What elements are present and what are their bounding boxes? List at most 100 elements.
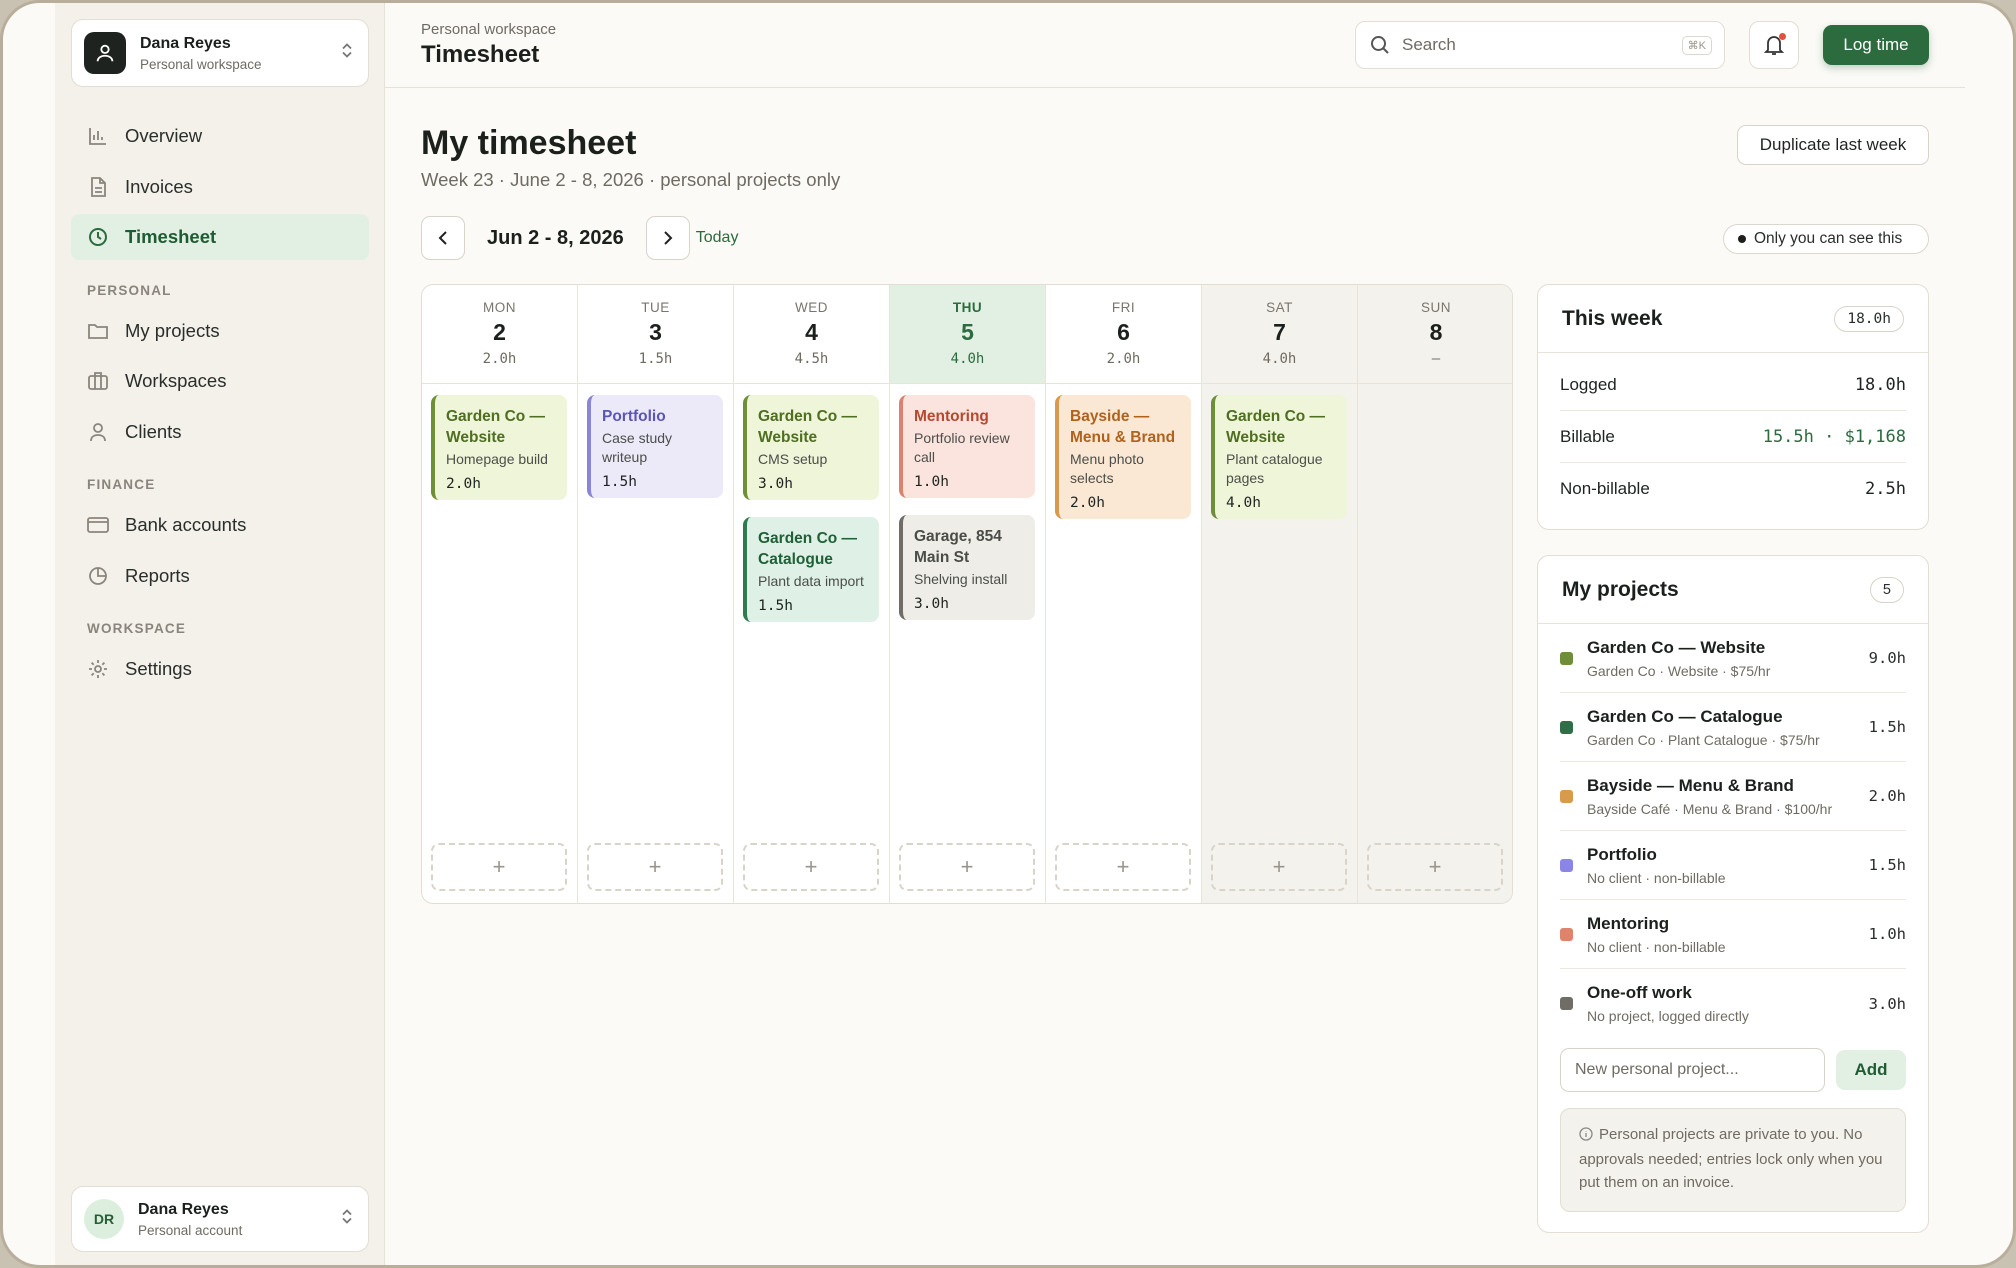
add-entry-button[interactable]: + [1367,843,1503,891]
add-entry-button[interactable]: + [899,843,1035,891]
sidebar-item-label: Settings [125,658,192,679]
sidebar-item-overview[interactable]: Overview [71,113,369,159]
panel-title: This week [1562,306,1663,330]
project-row[interactable]: Bayside — Menu & Brand Bayside Café · Me… [1560,762,1906,831]
time-entry[interactable]: Garden Co — Website Homepage build 2.0h [431,395,567,500]
day-column-thu: THU 5 4.0h Mentoring Portfolio review ca… [890,285,1046,903]
time-entry[interactable]: Portfolio Case study writeup 1.5h [587,395,723,498]
day-of-week: TUE [641,300,670,315]
entry-description: Menu photo selects [1070,451,1144,486]
today-link[interactable]: Today [696,229,739,247]
gear-icon [87,658,109,680]
entry-project: Portfolio [602,408,666,425]
day-number: 8 [1429,319,1443,345]
user-sub: Personal account [138,1222,243,1238]
chevron-right-icon [663,230,673,246]
breadcrumb[interactable]: Personal workspace [421,21,556,38]
panel-header: My projects 5 [1538,556,1928,624]
sidebar-item-my-projects[interactable]: My projects [71,308,369,354]
add-entry-button[interactable]: + [431,843,567,891]
folder-icon [87,320,109,342]
project-hours: 1.5h [1868,856,1906,874]
project-row[interactable]: Garden Co — Website Garden Co · Website … [1560,624,1906,693]
entry-project: Garden Co — Catalogue [758,530,858,568]
day-header: SUN 8 – [1358,285,1512,384]
project-color-swatch [1560,927,1573,941]
entry-project: Garden Co — Website [758,408,858,446]
day-hours: – [1431,351,1441,367]
day-hours: 4.0h [1262,351,1297,367]
time-entry[interactable]: Garage, 854 Main St Shelving install 3.0… [899,515,1035,620]
day-hours: 2.0h [1106,351,1141,367]
sidebar-item-settings[interactable]: Settings [71,646,369,692]
add-project-button[interactable]: Add [1836,1050,1906,1090]
add-entry-button[interactable]: + [743,843,879,891]
chevron-up-down-icon [340,1208,354,1231]
main-content: My timesheet Week 23 · June 2 - 8, 2026 … [385,88,1965,1265]
notifications-button[interactable] [1749,21,1799,69]
project-color-swatch [1560,651,1573,665]
nav-section-finance: FINANCE [87,477,156,492]
add-entry-button[interactable]: + [1211,843,1347,891]
search-shortcut: ⌘K [1681,36,1712,55]
project-row[interactable]: Mentoring No client · non-billable 1.0h [1560,900,1906,969]
day-header: TUE 3 1.5h [578,285,733,384]
account-switcher[interactable]: Dana Reyes Personal workspace [71,19,369,87]
app-window: Dana Reyes Personal workspace Overview I… [0,0,2016,1268]
sidebar: Dana Reyes Personal workspace Overview I… [55,3,385,1265]
project-color-swatch [1560,789,1573,803]
new-project-input[interactable] [1560,1048,1825,1092]
time-entry[interactable]: Mentoring Portfolio review call 1.0h [899,395,1035,498]
sidebar-item-reports[interactable]: Reports [71,553,369,599]
entry-description: CMS setup [758,451,828,467]
add-entry-button[interactable]: + [1055,843,1191,891]
sidebar-nav: Overview Invoices Timesheet PERSONAL My … [71,113,369,697]
next-week-button[interactable] [645,216,690,260]
sidebar-item-timesheet[interactable]: Timesheet [71,214,369,260]
privacy-note-text: Personal projects are private to you. No… [1579,1126,1883,1191]
project-row[interactable]: Portfolio No client · non-billable 1.5h [1560,831,1906,900]
account-name: Dana Reyes [140,34,231,52]
day-of-week: SAT [1266,300,1293,315]
panel-title: My projects [1562,577,1679,601]
entry-project: Garden Co — Website [1226,408,1326,446]
entry-hours: 2.0h [1070,495,1105,511]
project-name: Portfolio [1587,844,1657,864]
this-week-panel: This week 18.0h Logged 18.0h Billable 15… [1537,284,1929,530]
time-entry[interactable]: Bayside — Menu & Brand Menu photo select… [1055,395,1191,519]
privacy-note: Personal projects are private to you. No… [1560,1108,1906,1212]
entry-hours: 3.0h [758,476,793,492]
log-time-button[interactable]: Log time [1823,25,1929,65]
sidebar-item-workspaces[interactable]: Workspaces [71,358,369,404]
sidebar-item-label: Invoices [125,175,193,197]
user-account-card[interactable]: DR Dana Reyes Personal account [71,1186,369,1252]
entry-hours: 2.0h [446,476,481,492]
sidebar-item-invoices[interactable]: Invoices [71,164,369,210]
project-hours: 2.0h [1868,787,1906,805]
add-entry-button[interactable]: + [587,843,723,891]
stat-label: Non-billable [1560,479,1650,498]
search-input[interactable]: Search ⌘K [1355,21,1725,69]
search-placeholder: Search [1402,35,1456,54]
day-of-week: MON [483,300,516,315]
time-entry[interactable]: Garden Co — Catalogue Plant data import … [743,517,879,622]
total-hours-badge: 18.0h [1834,305,1904,332]
sidebar-item-clients[interactable]: Clients [71,409,369,455]
prev-week-button[interactable] [421,216,465,260]
project-meta: Garden Co · Plant Catalogue · $75/hr [1587,731,1820,748]
time-entry[interactable]: Garden Co — Website CMS setup 3.0h [743,395,879,500]
project-hours: 1.0h [1868,925,1906,943]
stat-row-logged: Logged 18.0h [1560,359,1906,411]
stat-label: Logged [1560,374,1617,394]
project-row[interactable]: One-off work No project, logged directly… [1560,969,1906,1038]
entry-description: Case study writeup [602,430,673,465]
day-column-mon: MON 2 2.0h Garden Co — Website Homepage … [422,285,578,903]
privacy-text: Only you can see this [1754,230,1903,247]
sidebar-item-bank-accounts[interactable]: Bank accounts [71,502,369,548]
project-meta: No client · non-billable [1587,869,1726,886]
duplicate-last-week-button[interactable]: Duplicate last week [1737,125,1929,165]
sidebar-item-label: Reports [125,564,190,586]
entry-hours: 1.5h [602,474,637,490]
project-row[interactable]: Garden Co — Catalogue Garden Co · Plant … [1560,693,1906,762]
time-entry[interactable]: Garden Co — Website Plant catalogue page… [1211,395,1347,519]
